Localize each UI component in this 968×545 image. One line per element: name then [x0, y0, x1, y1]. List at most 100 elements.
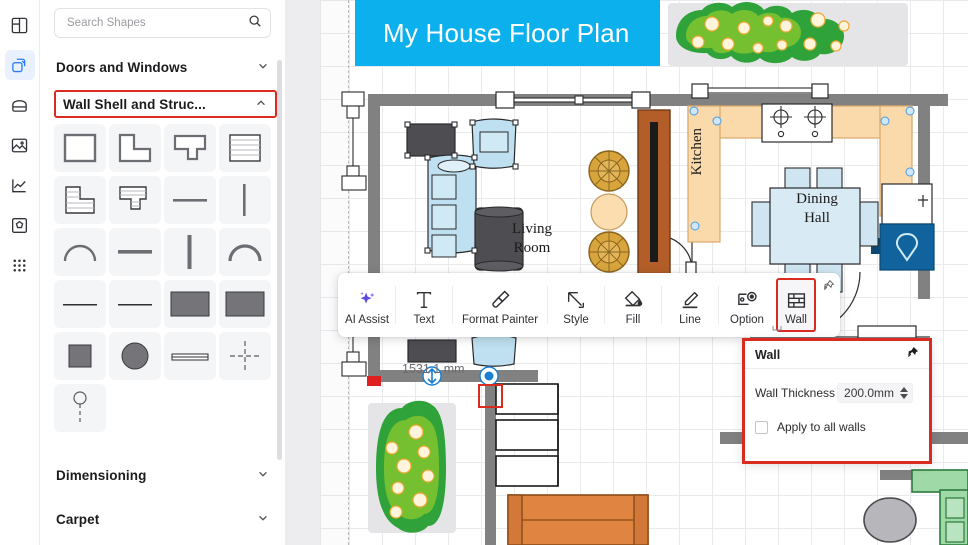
orange-sofa[interactable]: [507, 494, 649, 545]
wall-dialog-header: Wall: [745, 341, 929, 369]
chevron-down-icon: [257, 512, 269, 527]
rail-item-apps-grid-icon[interactable]: [5, 250, 35, 280]
wall-thickness-stepper[interactable]: 200.0mm: [837, 383, 914, 403]
line-button[interactable]: Line: [663, 273, 717, 337]
ai-assist-label: AI Assist: [344, 313, 390, 326]
resize-corner-icon: [772, 318, 782, 331]
flower-planter-bottom[interactable]: [368, 400, 456, 533]
green-sofa[interactable]: [863, 469, 968, 545]
shape-horizontal-wall[interactable]: [164, 176, 216, 224]
search-wrapper: [40, 0, 285, 38]
dining-hall-label: Dining Hall: [772, 190, 862, 228]
wall-thickness-row: Wall Thickness 200.0mm: [755, 383, 919, 403]
shape-hatched-t-room[interactable]: [109, 176, 161, 224]
shape-square-room[interactable]: [54, 124, 106, 172]
rail-item-chart-icon[interactable]: [5, 170, 35, 200]
shape-thumbnail-grid: [40, 118, 285, 432]
shape-thin-horizontal-wall-1[interactable]: [54, 280, 106, 328]
bottom-dimension-line: [367, 376, 381, 386]
line-pen-icon: [679, 285, 701, 311]
rail-item-shapes-icon[interactable]: [4, 50, 35, 80]
fill-button[interactable]: Fill: [606, 273, 660, 337]
format-painter-button[interactable]: Format Painter: [454, 273, 546, 337]
shape-filled-rect-wall-1[interactable]: [164, 280, 216, 328]
shape-arc-wall-left[interactable]: [54, 228, 106, 276]
dining-hall-line-2: Hall: [804, 209, 830, 226]
pin-icon[interactable]: [818, 273, 838, 337]
chevron-down-icon: [257, 468, 269, 483]
living-room-line-2: Room: [513, 239, 551, 256]
wall-button[interactable]: Wall: [776, 278, 816, 332]
search-input[interactable]: [65, 16, 248, 30]
apply-to-all-walls-checkbox[interactable]: [755, 420, 768, 434]
shape-double-line-wall[interactable]: [164, 332, 216, 380]
fill-label: Fill: [625, 313, 641, 326]
section-carpet[interactable]: Carpet: [40, 502, 285, 536]
bathroom-fixtures[interactable]: [495, 383, 559, 487]
shape-arc-wall-right[interactable]: [219, 228, 271, 276]
option-button[interactable]: Option: [720, 273, 774, 337]
option-gear-icon: [736, 285, 759, 311]
panel-right-edge: [284, 0, 320, 545]
toolbar-separator: [395, 286, 396, 324]
shape-thick-vertical-wall[interactable]: [164, 228, 216, 276]
shape-t-shaped-room[interactable]: [164, 124, 216, 172]
shape-filled-rect-wall-2[interactable]: [219, 280, 271, 328]
rail-item-image-icon[interactable]: [5, 130, 35, 160]
format-painter-label: Format Painter: [461, 313, 539, 326]
pin-icon[interactable]: [906, 346, 919, 364]
style-label: Style: [563, 313, 589, 326]
section-title: Dimensioning: [56, 467, 147, 483]
shape-center-cross-marker[interactable]: [219, 332, 271, 380]
section-doors-and-windows[interactable]: Doors and Windows: [40, 50, 285, 84]
apply-to-all-walls-label: Apply to all walls: [777, 420, 866, 434]
section-dimensioning[interactable]: Dimensioning: [40, 458, 285, 492]
shape-filled-circle[interactable]: [109, 332, 161, 380]
wall-dialog-body: Wall Thickness 200.0mm Apply to all wall…: [745, 369, 929, 434]
section-wall-shell-and-structure[interactable]: Wall Shell and Struc...: [54, 90, 277, 118]
shapes-panel-scrollbar[interactable]: [277, 60, 282, 460]
flower-planter-top[interactable]: [668, 1, 908, 66]
stepper-arrows-icon[interactable]: [900, 387, 909, 399]
toolbar-separator: [604, 286, 605, 324]
wall-properties-dialog: Wall Wall Thickness 200.0mm Apply to all…: [742, 338, 932, 464]
shape-vertical-wall[interactable]: [219, 176, 271, 224]
section-title: Wall Shell and Struc...: [63, 96, 206, 112]
toolbar-separator: [718, 286, 719, 324]
text-t-icon: [413, 285, 435, 311]
text-label: Text: [413, 313, 435, 326]
wall-thickness-value: 200.0mm: [844, 386, 895, 400]
toolbar-separator: [452, 286, 453, 324]
rail-item-layout-icon[interactable]: [5, 10, 35, 40]
chevron-up-icon: [255, 97, 267, 112]
shape-thick-horizontal-wall[interactable]: [109, 228, 161, 276]
sparkle-icon: [356, 285, 378, 311]
shape-l-shaped-room[interactable]: [109, 124, 161, 172]
style-button[interactable]: Style: [549, 273, 603, 337]
ai-assist-button[interactable]: AI Assist: [340, 273, 394, 337]
shape-column-marker[interactable]: [54, 384, 106, 432]
left-icon-rail: [0, 0, 40, 545]
search-shapes-box[interactable]: [54, 8, 271, 38]
text-button[interactable]: Text: [397, 273, 451, 337]
brick-wall-icon: [786, 285, 807, 311]
apply-to-all-walls-row[interactable]: Apply to all walls: [755, 420, 919, 434]
selected-wall-handle-marker: [478, 384, 503, 408]
shape-hatched-l-room[interactable]: [54, 176, 106, 224]
shape-hatched-square-room[interactable]: [219, 124, 271, 172]
kitchen-label: Kitchen: [689, 128, 705, 176]
shape-filled-square[interactable]: [54, 332, 106, 380]
rail-item-symbol-icon[interactable]: [5, 210, 35, 240]
section-title: Carpet: [56, 511, 100, 527]
toolbar-separator: [661, 286, 662, 324]
shape-thin-horizontal-wall-2[interactable]: [109, 280, 161, 328]
rail-item-toolbox-icon[interactable]: [5, 90, 35, 120]
dimension-label: 1531.1 mm: [402, 362, 465, 376]
wall-thickness-label: Wall Thickness: [755, 386, 836, 400]
living-room-label: Living Room: [496, 220, 568, 258]
line-label: Line: [679, 313, 701, 326]
app-root: Doors and Windows Wall Shell and Struc..…: [0, 0, 968, 545]
wall-dialog-title: Wall: [755, 347, 781, 362]
living-room-line-1: Living: [512, 221, 552, 237]
dining-hall-line-1: Dining: [796, 191, 838, 207]
